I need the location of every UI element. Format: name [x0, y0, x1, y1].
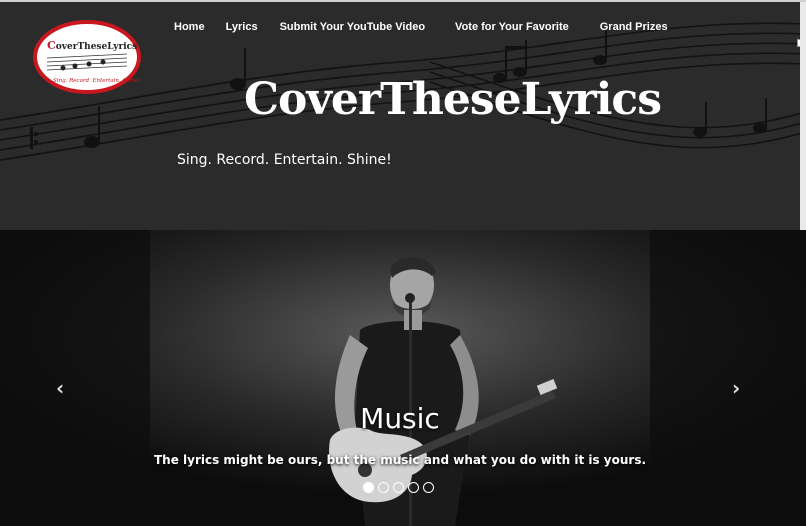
slider-dot-3[interactable]	[393, 482, 404, 493]
nav-lyrics[interactable]: Lyrics	[226, 21, 258, 39]
slide-caption: The lyrics might be ours, but the music …	[153, 453, 647, 467]
logo-tagline: Sing. Record. Entertain. Shine!	[53, 78, 141, 84]
slider-pagination	[363, 482, 434, 493]
main-nav: Home Lyrics Submit Your YouTube Video Vo…	[174, 21, 668, 39]
hero-slider: ‹ › Music The lyrics might be ours, but …	[0, 230, 806, 526]
nav-submit-video[interactable]: Submit Your YouTube Video	[280, 21, 425, 39]
slider-dot-4[interactable]	[408, 482, 419, 493]
slider-dot-1[interactable]	[363, 482, 374, 493]
slide-title: Music	[360, 402, 440, 435]
slider-next-arrow[interactable]: ›	[732, 378, 740, 398]
nav-vote[interactable]: Vote for Your Favorite	[455, 21, 569, 39]
site-logo[interactable]: CoverTheseLyrics Sing. Record. Entertain…	[33, 20, 141, 94]
site-header: CoverTheseLyrics Sing. Record. Entertain…	[0, 0, 806, 230]
slider-dot-2[interactable]	[378, 482, 389, 493]
slider-prev-arrow[interactable]: ‹	[56, 378, 64, 398]
slider-dot-5[interactable]	[423, 482, 434, 493]
nav-grand-prizes[interactable]: Grand Prizes	[600, 21, 668, 39]
site-tagline: Sing. Record. Entertain. Shine!	[177, 152, 392, 168]
page-edge	[800, 2, 806, 230]
nav-home[interactable]: Home	[174, 21, 205, 39]
site-title[interactable]: CoverTheseLyrics	[244, 74, 662, 125]
